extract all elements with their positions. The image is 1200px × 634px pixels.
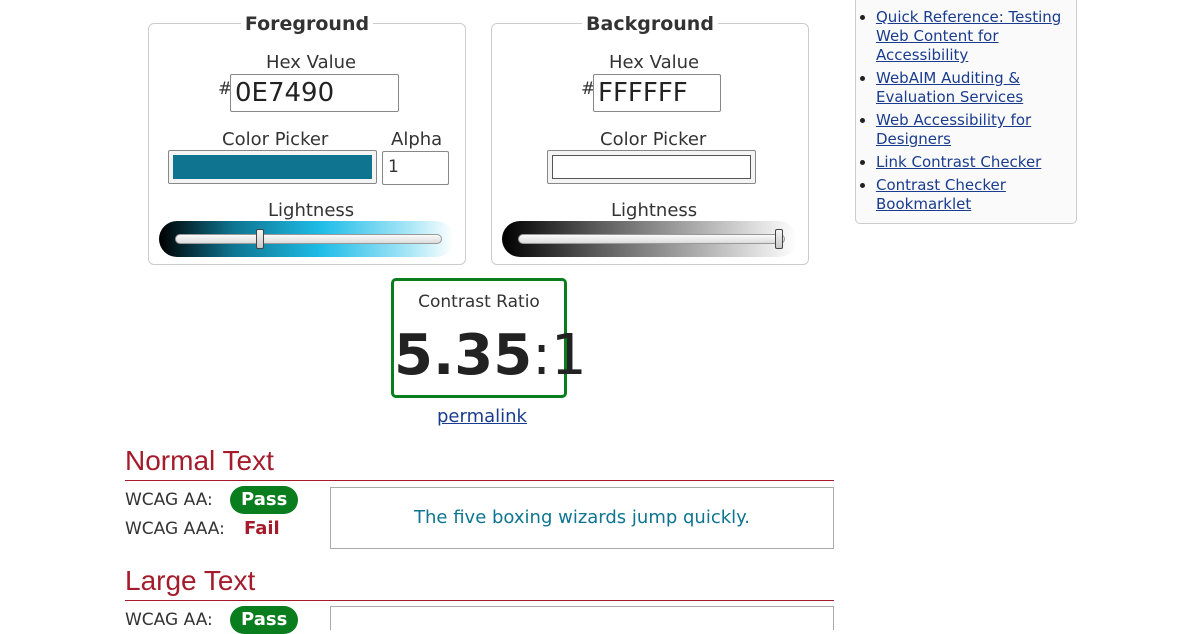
foreground-legend: Foreground: [240, 13, 374, 35]
background-color-picker[interactable]: [547, 150, 756, 184]
contrast-ratio-suffix: :1: [532, 323, 587, 388]
normal-wcag-aa-pass-badge: Pass: [230, 486, 299, 514]
normal-wcag-aa-label: WCAG AA:: [125, 490, 213, 510]
background-color-picker-label: Color Picker: [600, 129, 707, 150]
sidebar-link-auditing-services[interactable]: WebAIM Auditing & Evaluation Services: [876, 69, 1023, 106]
contrast-ratio-value: 5.35:1: [394, 321, 587, 391]
list-item: Link Contrast Checker: [876, 153, 1076, 172]
foreground-hex-label: Hex Value: [266, 52, 357, 73]
list-item: Quick Reference: Testing Web Content for…: [876, 8, 1076, 65]
contrast-ratio-box: Contrast Ratio 5.35:1: [391, 278, 587, 398]
background-lightness-slider[interactable]: [502, 221, 797, 257]
sidebar-link-list: Quick Reference: Testing Web Content for…: [856, 8, 1076, 218]
background-lightness-track: [518, 234, 785, 244]
foreground-alpha-label: Alpha: [391, 129, 443, 150]
normal-text-sample: The five boxing wizards jump quickly.: [330, 487, 834, 549]
foreground-lightness-label: Lightness: [268, 200, 355, 221]
background-hex-label: Hex Value: [609, 52, 700, 73]
background-lightness-label: Lightness: [611, 200, 698, 221]
sidebar-link-link-contrast-checker[interactable]: Link Contrast Checker: [876, 153, 1041, 171]
permalink-link[interactable]: permalink: [437, 406, 527, 427]
foreground-panel: Foreground Hex Value # 0E7490 Color Pick…: [148, 13, 466, 265]
normal-wcag-aaa-fail-badge: Fail: [244, 518, 280, 539]
background-lightness-handle[interactable]: [775, 229, 783, 249]
sidebar-link-designers[interactable]: Web Accessibility for Designers: [876, 111, 1031, 148]
contrast-ratio-label: Contrast Ratio: [418, 292, 540, 312]
foreground-hex-input[interactable]: 0E7490: [230, 74, 399, 112]
foreground-color-swatch: [173, 155, 372, 179]
foreground-lightness-track: [175, 234, 442, 244]
sidebar-link-bookmarklet[interactable]: Contrast Checker Bookmarklet: [876, 176, 1006, 213]
contrast-ratio-number: 5.35: [394, 323, 533, 388]
large-text-sample: [330, 606, 834, 630]
normal-wcag-aaa-label: WCAG AAA:: [125, 519, 225, 539]
background-legend: Background: [582, 13, 718, 35]
sidebar-link-quick-reference[interactable]: Quick Reference: Testing Web Content for…: [876, 8, 1061, 64]
list-item: WebAIM Auditing & Evaluation Services: [876, 69, 1076, 107]
foreground-color-picker-label: Color Picker: [222, 129, 329, 150]
foreground-color-picker[interactable]: [168, 150, 377, 184]
foreground-lightness-handle[interactable]: [256, 229, 264, 249]
background-panel: Background Hex Value # FFFFFF Color Pick…: [491, 13, 809, 265]
large-wcag-aa-label: WCAG AA:: [125, 610, 213, 630]
large-text-heading: Large Text: [125, 564, 834, 601]
list-item: Web Accessibility for Designers: [876, 111, 1076, 149]
foreground-lightness-slider[interactable]: [159, 221, 454, 257]
list-item: Contrast Checker Bookmarklet: [876, 176, 1076, 214]
normal-text-heading: Normal Text: [125, 444, 834, 481]
background-hex-input[interactable]: FFFFFF: [593, 74, 721, 112]
related-resources-sidebar: Quick Reference: Testing Web Content for…: [855, 0, 1077, 224]
background-color-swatch: [552, 155, 751, 179]
foreground-alpha-input[interactable]: 1: [382, 151, 449, 185]
